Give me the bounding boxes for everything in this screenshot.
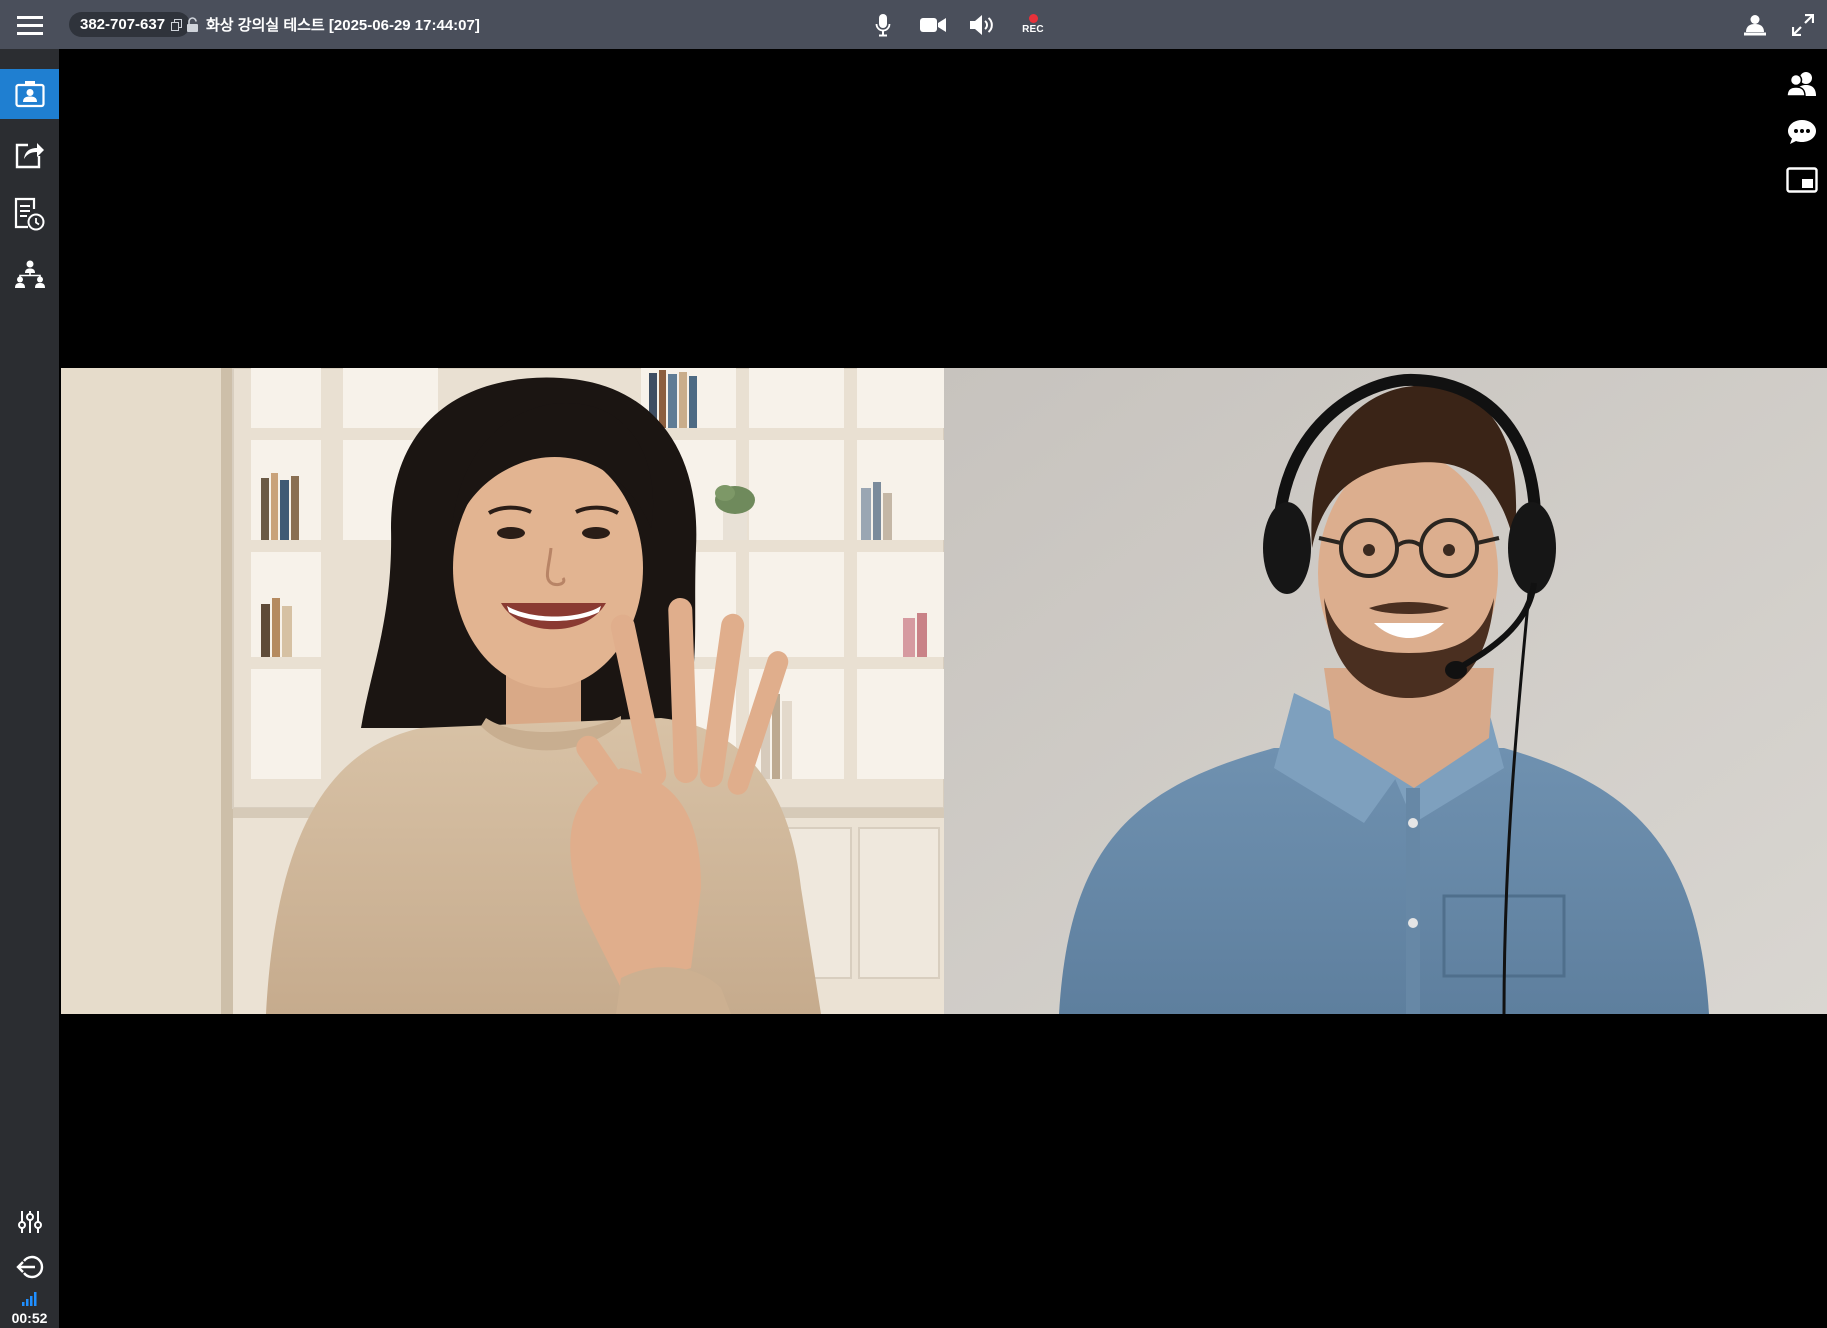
chat-bubble-icon xyxy=(1787,119,1817,145)
connection-status: 00:52 xyxy=(0,1280,59,1328)
hamburger-icon xyxy=(16,14,43,36)
video-tile-participant-2[interactable] xyxy=(944,368,1827,1014)
signal-bars-icon xyxy=(21,1292,38,1306)
video-grid xyxy=(61,368,1827,1014)
settings-button[interactable] xyxy=(0,1197,59,1247)
presenter-icon xyxy=(1743,14,1767,36)
record-dot-icon xyxy=(1028,14,1038,23)
video-stage xyxy=(59,49,1827,1328)
speaker-button[interactable] xyxy=(958,0,1008,49)
picture-in-picture-icon xyxy=(1786,167,1818,193)
room-id-pill[interactable]: 382-707-637 xyxy=(69,12,191,37)
unlock-icon xyxy=(186,17,199,32)
hamburger-menu-button[interactable] xyxy=(0,0,59,49)
chat-button[interactable] xyxy=(1777,108,1827,156)
sidebar-item-share[interactable] xyxy=(0,129,59,179)
attendance-clock-icon xyxy=(14,197,46,231)
room-title: 화상 강의실 테스트 [2025-06-29 17:44:07] xyxy=(186,12,480,37)
sliders-icon xyxy=(17,1210,42,1234)
video-tile-participant-1[interactable] xyxy=(61,368,944,1014)
right-rail xyxy=(1777,60,1827,204)
room-title-text: 화상 강의실 테스트 [2025-06-29 17:44:07] xyxy=(206,17,480,34)
participant-1-video-feed xyxy=(61,368,944,1014)
top-bar: 382-707-637 화상 강의실 테스트 [2025-06-29 17:44… xyxy=(0,0,1827,49)
participants-icon xyxy=(1787,71,1817,97)
participant-2-video-feed xyxy=(944,368,1827,1014)
picture-in-picture-button[interactable] xyxy=(1777,156,1827,204)
fullscreen-button[interactable] xyxy=(1779,0,1827,49)
exit-icon xyxy=(15,1255,44,1279)
camera-button[interactable] xyxy=(908,0,958,49)
webcam-icon xyxy=(14,80,45,108)
room-id: 382-707-637 xyxy=(80,16,166,33)
video-camera-icon xyxy=(920,16,946,34)
speaker-icon xyxy=(969,14,997,36)
left-sidebar: 00:52 xyxy=(0,49,59,1328)
sidebar-item-organization[interactable] xyxy=(0,249,59,299)
record-button[interactable]: REC xyxy=(1008,0,1058,49)
expand-icon xyxy=(1792,13,1814,36)
presenter-button[interactable] xyxy=(1731,0,1779,49)
microphone-button[interactable] xyxy=(858,0,908,49)
sidebar-item-webcam[interactable] xyxy=(0,69,59,119)
sidebar-item-attendance[interactable] xyxy=(0,189,59,239)
microphone-icon xyxy=(875,13,891,37)
media-controls: REC xyxy=(858,0,1058,49)
record-label: REC xyxy=(1022,24,1044,35)
copy-icon[interactable] xyxy=(171,18,183,31)
topbar-right-controls xyxy=(1731,0,1827,49)
share-icon xyxy=(15,139,45,169)
group-hierarchy-icon xyxy=(14,260,46,288)
participants-button[interactable] xyxy=(1777,60,1827,108)
session-timer: 00:52 xyxy=(11,1310,48,1326)
